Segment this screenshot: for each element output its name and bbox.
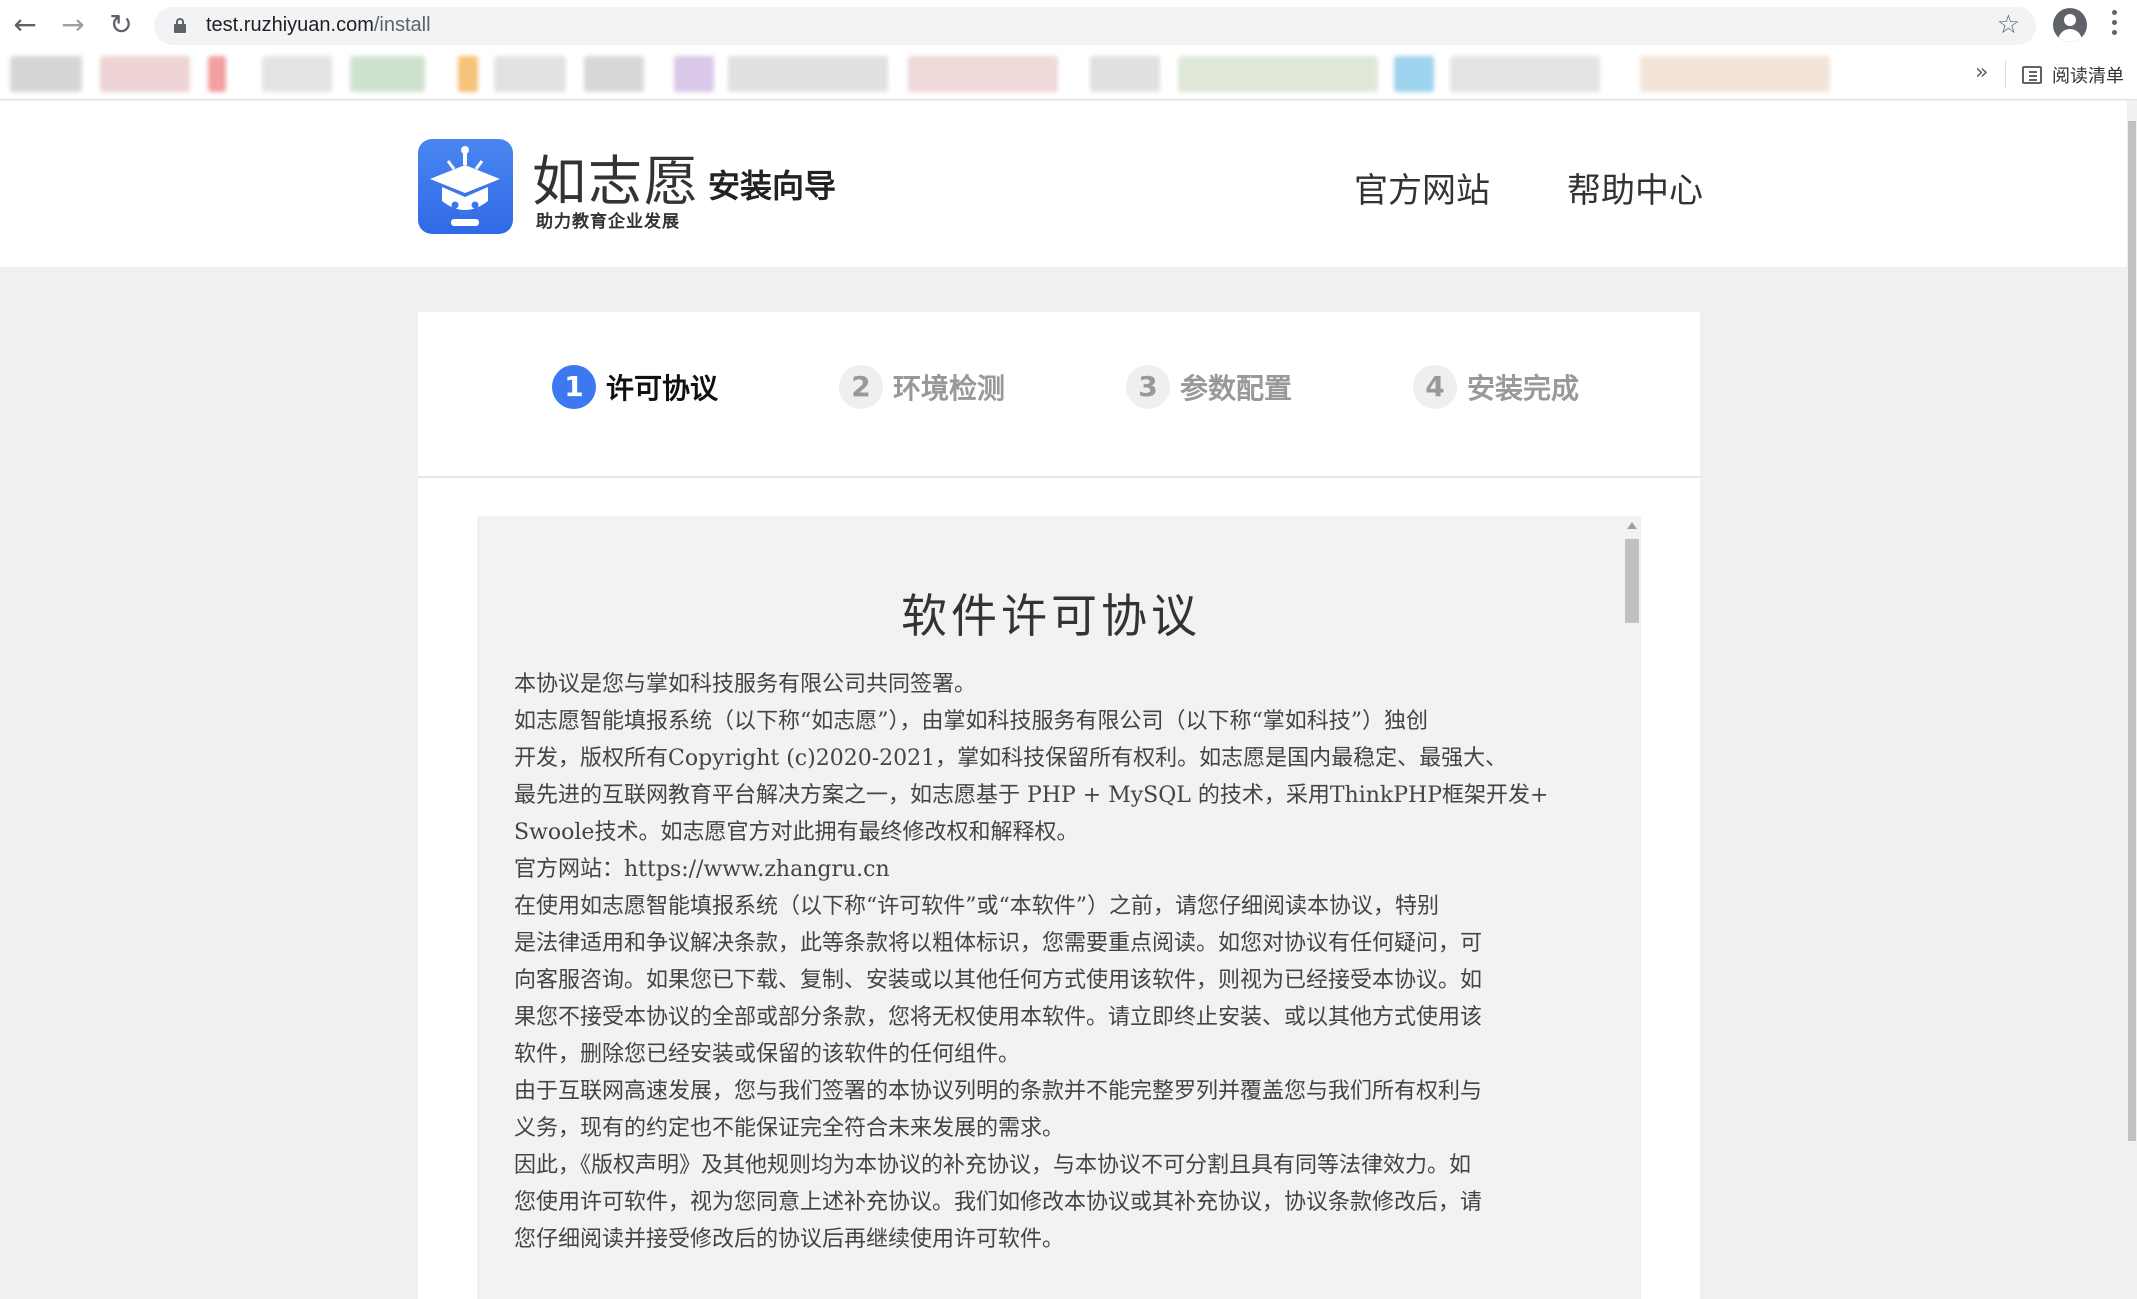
scroll-up-arrow-icon[interactable] (1627, 522, 1637, 529)
bookmarks-overflow-button[interactable]: » (1975, 60, 1988, 85)
agreement-line: 您仔细阅读并接受修改后的协议后再继续使用许可软件。 (514, 1227, 1065, 1252)
bookmark-item[interactable] (208, 56, 226, 92)
url-text[interactable]: test.ruzhiyuan.com/install (206, 14, 431, 37)
reading-list-label: 阅读清单 (2052, 66, 2124, 87)
browser-menu-icon[interactable] (2112, 10, 2118, 40)
back-arrow-icon[interactable]: ← (8, 8, 42, 42)
agreement-scroll-thumb[interactable] (1625, 539, 1639, 623)
page-scroll-thumb[interactable] (2128, 121, 2136, 1141)
agreement-line: 是法律适用和争议解决条款，此等条款将以粗体标识，您需要重点阅读。如您对协议有任何… (514, 931, 1483, 956)
graduation-robot-icon (430, 146, 500, 226)
bookmark-item[interactable] (494, 56, 566, 92)
step-number: 1 (552, 365, 596, 409)
bookmark-item[interactable] (350, 56, 425, 92)
agreement-line: Swoole技术。如志愿官方对此拥有最终修改权和解释权。 (514, 820, 1079, 845)
license-agreement-box[interactable]: 软件许可协议 本协议是您与掌如科技服务有限公司共同签署。 如志愿智能填报系统（以… (477, 516, 1641, 1299)
step-environment: 2 环境检测 (839, 364, 1005, 410)
agreement-line: 如志愿智能填报系统（以下称“如志愿”），由掌如科技服务有限公司（以下称“掌如科技… (514, 709, 1428, 734)
browser-toolbar: ← → ↻ test.ruzhiyuan.com/install ☆ (0, 0, 2137, 50)
install-steps: 1 许可协议 2 环境检测 3 参数配置 4 安装完成 (418, 312, 1700, 478)
step-number: 2 (839, 365, 883, 409)
step-label: 许可协议 (606, 372, 719, 405)
page-scrollbar[interactable] (2127, 101, 2137, 1299)
brand-slogan: 助力教育企业发展 (536, 212, 680, 232)
step-label: 安装完成 (1467, 372, 1580, 405)
wizard-title: 安装向导 (708, 167, 837, 205)
help-center-link[interactable]: 帮助中心 (1567, 163, 1703, 212)
lock-icon (174, 18, 186, 33)
logo-icon[interactable] (418, 139, 513, 234)
agreement-scrollbar[interactable] (1623, 516, 1641, 1299)
agreement-line: 软件，删除您已经安装或保留的该软件的任何组件。 (514, 1042, 1021, 1067)
install-card: 1 许可协议 2 环境检测 3 参数配置 4 安装完成 软件许可协议 本协议是您… (418, 312, 1700, 1299)
bookmark-item[interactable] (1640, 56, 1830, 92)
bookmark-item[interactable] (908, 56, 1058, 92)
brand-name: 如志愿 (532, 150, 700, 213)
agreement-line: 官方网站：https://www.zhangru.cn (514, 857, 890, 882)
reload-icon[interactable]: ↻ (104, 8, 138, 42)
address-bar[interactable]: test.ruzhiyuan.com/install ☆ (154, 7, 2036, 45)
bookmark-item[interactable] (100, 56, 190, 92)
bookmark-item[interactable] (584, 56, 644, 92)
agreement-line: 义务，现有的约定也不能保证完全符合未来发展的需求。 (514, 1116, 1065, 1141)
agreement-line: 本协议是您与掌如科技服务有限公司共同签署。 (514, 672, 977, 697)
agreement-title: 软件许可协议 (901, 589, 1201, 643)
agreement-line: 果您不接受本协议的全部或部分条款，您将无权使用本软件。请立即终止安装、或以其他方… (514, 1005, 1483, 1030)
agreement-line: 最先进的互联网教育平台解决方案之一，如志愿基于 PHP + MySQL 的技术，… (514, 783, 1549, 808)
step-config: 3 参数配置 (1126, 364, 1292, 410)
official-site-link[interactable]: 官方网站 (1354, 163, 1490, 212)
step-label: 环境检测 (893, 372, 1006, 405)
agreement-line: 由于互联网高速发展，您与我们签署的本协议列明的条款并不能完整罗列并覆盖您与我们所… (514, 1079, 1483, 1104)
bookmark-item[interactable] (262, 56, 332, 92)
reading-list-button[interactable]: 阅读清单 (2022, 62, 2124, 88)
agreement-line: 开发，版权所有Copyright (c)2020-2021，掌如科技保留所有权利… (514, 746, 1508, 771)
bookmarks-divider (2005, 60, 2006, 88)
site-header: 如志愿 助力教育企业发展 安装向导 官方网站 帮助中心 (0, 101, 2127, 267)
step-number: 3 (1126, 365, 1170, 409)
bookmark-item[interactable] (458, 56, 478, 92)
bookmark-item[interactable] (674, 56, 714, 92)
bookmarks-bar: » 阅读清单 (0, 50, 2137, 100)
bookmark-item[interactable] (10, 56, 82, 92)
step-number: 4 (1413, 365, 1457, 409)
agreement-line: 您使用许可软件，视为您同意上述补充协议。我们如修改本协议或其补充协议，协议条款修… (514, 1190, 1483, 1215)
step-complete: 4 安装完成 (1413, 364, 1579, 410)
bookmark-item[interactable] (1450, 56, 1600, 92)
reading-list-icon (2022, 66, 2042, 84)
forward-arrow-icon[interactable]: → (56, 8, 90, 42)
step-license: 1 许可协议 (552, 364, 718, 410)
agreement-line: 在使用如志愿智能填报系统（以下称“许可软件”或“本软件”）之前，请您仔细阅读本协… (514, 894, 1439, 919)
bookmark-item[interactable] (1394, 56, 1434, 92)
bookmark-item[interactable] (728, 56, 888, 92)
profile-avatar-icon[interactable] (2053, 8, 2087, 42)
bookmark-item[interactable] (1178, 56, 1378, 92)
agreement-text: 本协议是您与掌如科技服务有限公司共同签署。 如志愿智能填报系统（以下称“如志愿”… (514, 666, 1574, 1258)
step-label: 参数配置 (1180, 372, 1293, 405)
agreement-line: 因此，《版权声明》及其他规则均为本协议的补充协议，与本协议不可分割且具有同等法律… (514, 1153, 1472, 1178)
bookmark-item[interactable] (1090, 56, 1160, 92)
bookmark-star-icon[interactable]: ☆ (1997, 10, 2020, 40)
agreement-line: 向客服咨询。如果您已下载、复制、安装或以其他任何方式使用该软件，则视为已经接受本… (514, 968, 1483, 993)
